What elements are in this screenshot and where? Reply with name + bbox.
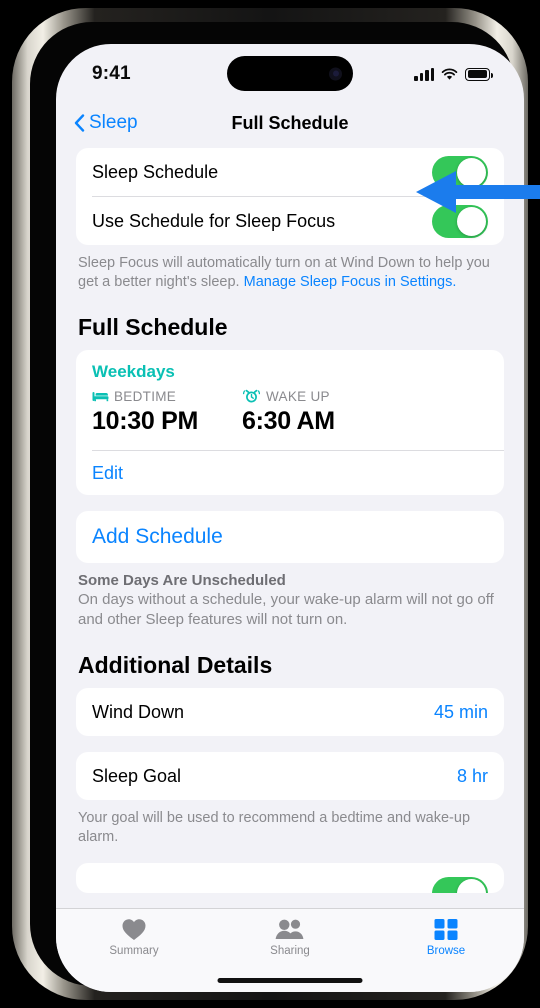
wakeup-label: WAKE UP xyxy=(266,388,330,404)
wind-down-value[interactable]: 45 min xyxy=(434,702,488,723)
chevron-left-icon xyxy=(74,114,85,132)
tab-summary-label: Summary xyxy=(109,945,159,957)
screenshot-root: 9:41 Sleep Full Schedule Sleep Schedule … xyxy=(0,0,540,1008)
sleep-goal-card[interactable]: Sleep Goal 8 hr xyxy=(76,752,504,800)
weekday-schedule-card: Weekdays BEDTIME 10:30 PM WAKE UP 6:30 A… xyxy=(76,350,504,495)
sleep-schedule-label: Sleep Schedule xyxy=(92,161,219,182)
people-icon xyxy=(275,919,304,939)
next-setting-card-partial[interactable] xyxy=(76,863,504,893)
grid-icon xyxy=(434,919,458,940)
add-schedule-link[interactable]: Add Schedule xyxy=(92,525,223,549)
tab-browse-label: Browse xyxy=(426,945,466,957)
wind-down-label: Wind Down xyxy=(92,701,185,722)
edit-schedule-row[interactable]: Edit xyxy=(76,451,504,495)
tab-sharing-label: Sharing xyxy=(270,945,310,957)
sleep-goal-label: Sleep Goal xyxy=(92,765,182,786)
battery-full-icon xyxy=(465,67,493,81)
tab-browse[interactable]: Browse xyxy=(368,918,524,957)
wakeup-value: 6:30 AM xyxy=(242,407,335,435)
unscheduled-note-body: On days without a schedule, your wake-up… xyxy=(78,591,494,628)
phone-frame: 9:41 Sleep Full Schedule Sleep Schedule … xyxy=(12,8,528,1000)
status-time: 9:41 xyxy=(92,63,131,84)
schedule-summary: Weekdays BEDTIME 10:30 PM WAKE UP 6:30 A… xyxy=(76,350,504,450)
status-indicators xyxy=(414,62,493,81)
additional-details-section-title: Additional Details xyxy=(78,652,273,678)
alarm-clock-icon xyxy=(242,389,261,403)
bed-icon xyxy=(92,391,109,401)
tab-bar: Summary Sharing Browse xyxy=(56,908,524,992)
tab-summary[interactable]: Summary xyxy=(56,918,212,957)
edit-schedule-link[interactable]: Edit xyxy=(92,463,123,484)
wind-down-card[interactable]: Wind Down 45 min xyxy=(76,688,504,736)
dynamic-island xyxy=(227,56,353,91)
manage-sleep-focus-link[interactable]: Manage Sleep Focus in Settings. xyxy=(244,274,457,290)
back-button[interactable]: Sleep xyxy=(74,112,138,134)
bedtime-value: 10:30 PM xyxy=(92,407,198,435)
wakeup-column: WAKE UP 6:30 AM xyxy=(242,387,392,436)
sleep-focus-footnote: Sleep Focus will automatically turn on a… xyxy=(78,254,502,292)
wifi-icon xyxy=(441,67,458,80)
signal-bars-icon xyxy=(414,67,434,81)
schedule-days-label: Weekdays xyxy=(92,362,175,381)
status-bar: 9:41 xyxy=(56,44,524,98)
add-schedule-card[interactable]: Add Schedule xyxy=(76,511,504,563)
use-schedule-focus-label: Use Schedule for Sleep Focus xyxy=(92,210,336,231)
heart-icon xyxy=(122,919,146,940)
sleep-goal-footnote: Your goal will be used to recommend a be… xyxy=(78,810,471,845)
row-sleep-goal[interactable]: Sleep Goal 8 hr xyxy=(76,752,504,800)
row-wind-down[interactable]: Wind Down 45 min xyxy=(76,688,504,736)
full-schedule-section-title: Full Schedule xyxy=(78,314,228,340)
unscheduled-note-title: Some Days Are Unscheduled xyxy=(78,572,286,589)
tab-sharing[interactable]: Sharing xyxy=(212,918,368,957)
bedtime-label: BEDTIME xyxy=(114,388,177,404)
sleep-goal-value[interactable]: 8 hr xyxy=(457,766,488,787)
left-arrow-annotation xyxy=(416,171,540,213)
settings-scroll-area[interactable]: Sleep Schedule Use Schedule for Sleep Fo… xyxy=(56,148,524,934)
back-button-label: Sleep xyxy=(89,112,138,133)
home-indicator xyxy=(217,978,363,983)
bedtime-column: BEDTIME 10:30 PM xyxy=(92,387,242,436)
partial-toggle[interactable] xyxy=(432,877,488,893)
navigation-bar: Sleep Full Schedule xyxy=(56,98,524,148)
